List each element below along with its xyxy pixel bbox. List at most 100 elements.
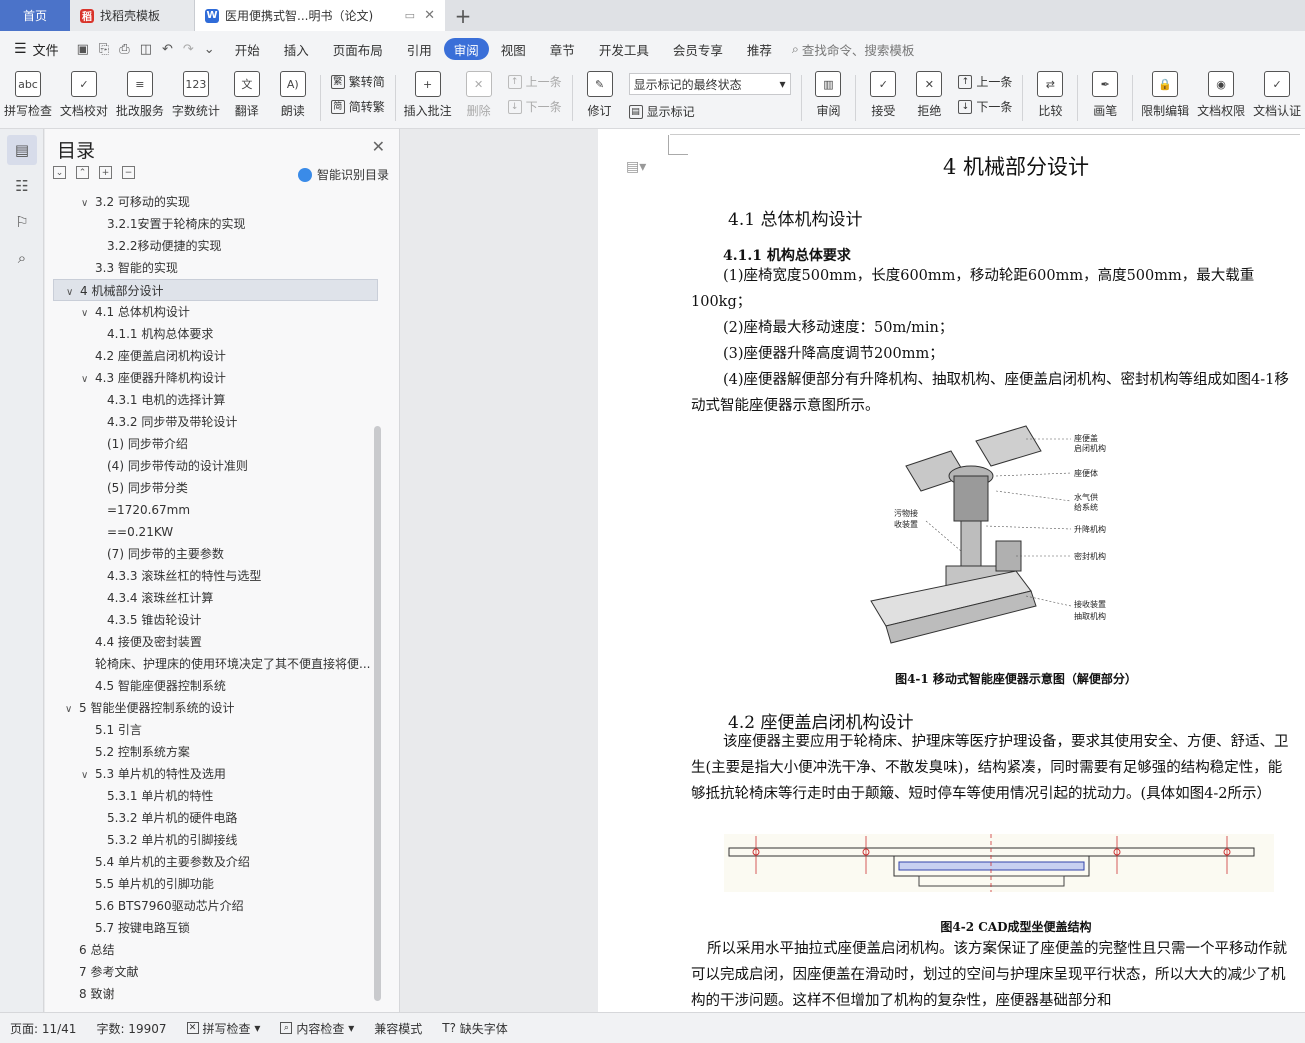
menu-reference[interactable]: 引用 [395, 38, 444, 60]
toc-item[interactable]: 5.1 引言 [53, 719, 378, 741]
reject-button[interactable]: ✕ 拒绝 [906, 71, 952, 119]
prev-comment-button[interactable]: ↑ 上一条 [507, 73, 562, 90]
toc-item[interactable]: ∨ 4 机械部分设计 [53, 279, 378, 301]
toc-item[interactable]: ∨ 5.3 单片机的特性及选用 [53, 763, 378, 785]
expand-up-icon[interactable]: ⌃ [76, 166, 89, 179]
smart-toc-button[interactable]: 智能识别目录 [297, 166, 389, 183]
toc-item[interactable]: 5.6 BTS7960驱动芯片介绍 [53, 895, 378, 917]
toc-scrollbar[interactable] [374, 426, 381, 1001]
accept-button[interactable]: ✓ 接受 [860, 71, 906, 119]
menu-layout[interactable]: 页面布局 [321, 38, 395, 60]
bookmark-icon[interactable]: ⚐ [7, 207, 37, 237]
export-pdf-icon[interactable]: ⎘ [99, 42, 109, 57]
search-icon[interactable]: ⌕ [7, 243, 37, 273]
chevron-down-icon[interactable]: ∨ [81, 765, 95, 785]
toc-item[interactable]: 4.3.2 同步带及带轮设计 [53, 411, 378, 433]
toc-item[interactable]: 3.2.1安置于轮椅床的实现 [53, 213, 378, 235]
toc-item[interactable]: 4.4 接便及密封装置 [53, 631, 378, 653]
to-traditional-button[interactable]: 繁繁转简 [330, 73, 385, 90]
document-side-icon[interactable]: ▤▾ [626, 159, 646, 175]
tab-document[interactable]: W 医用便携式智...明书（论文) ▭ ✕ [195, 0, 445, 31]
word-count-status[interactable]: 字数: 19907 [86, 1020, 176, 1037]
toc-item[interactable]: 4.3.1 电机的选择计算 [53, 389, 378, 411]
menu-recommend[interactable]: 推荐 [735, 38, 784, 60]
menu-member[interactable]: 会员专享 [661, 38, 735, 60]
new-tab-button[interactable]: + [445, 0, 481, 31]
chevron-down-icon[interactable]: ∨ [81, 369, 95, 389]
remove-heading-icon[interactable]: − [122, 166, 135, 179]
chevron-down-icon[interactable]: ∨ [66, 282, 80, 300]
command-search[interactable]: ⌕ 查找命令、搜索模板 [792, 40, 915, 59]
preview-icon[interactable]: ◫ [140, 42, 152, 57]
toc-item[interactable]: 5.2 控制系统方案 [53, 741, 378, 763]
toc-item[interactable]: 4.1.1 机构总体要求 [53, 323, 378, 345]
toc-item[interactable]: 6 总结 [53, 939, 378, 961]
show-markup-button[interactable]: ▤ 显示标记 [628, 103, 791, 120]
chevron-down-icon[interactable]: ∨ [81, 303, 95, 323]
undo-icon[interactable]: ↶ [162, 42, 173, 57]
toc-item[interactable]: 5.5 单片机的引脚功能 [53, 873, 378, 895]
toc-item[interactable]: ==0.21KW [53, 521, 378, 543]
toc-item[interactable]: 4.3.3 滚珠丝杠的特性与选型 [53, 565, 378, 587]
save-icon[interactable]: ▣ [77, 42, 89, 57]
insert-comment-button[interactable]: + 插入批注 [400, 71, 456, 119]
menu-developer[interactable]: 开发工具 [587, 38, 661, 60]
missing-font-status[interactable]: T? 缺失字体 [432, 1020, 518, 1037]
toc-item[interactable]: 3.3 智能的实现 [53, 257, 378, 279]
toc-item[interactable]: ∨ 4.3 座便器升降机构设计 [53, 367, 378, 389]
toc-item[interactable]: 轮椅床、护理床的使用环境决定了其不便直接将便... [53, 653, 378, 675]
toc-item[interactable]: 3.2.2移动便捷的实现 [53, 235, 378, 257]
toc-item[interactable]: 5.4 单片机的主要参数及介绍 [53, 851, 378, 873]
restrict-edit-button[interactable]: 🔒 限制编辑 [1137, 71, 1193, 119]
monitor-icon[interactable]: ▭ [405, 9, 415, 22]
next-comment-button[interactable]: ↓ 下一条 [507, 98, 562, 115]
chevron-down-icon[interactable]: ⌄ [204, 42, 215, 57]
file-menu[interactable]: ☰ 文件 [0, 40, 69, 59]
toc-item[interactable]: 5.3.1 单片机的特性 [53, 785, 378, 807]
print-icon[interactable]: ⎙ [119, 42, 129, 57]
compat-mode-status[interactable]: 兼容模式 [364, 1020, 432, 1037]
redo-icon[interactable]: ↷ [183, 42, 194, 57]
toc-item[interactable]: 8 致谢 [53, 983, 378, 1005]
compare-button[interactable]: ⇄ 比较 [1027, 71, 1073, 119]
delete-comment-button[interactable]: ✕ 删除 [456, 71, 502, 119]
add-heading-icon[interactable]: + [99, 166, 112, 179]
page-indicator[interactable]: 页面: 11/41 [0, 1020, 86, 1037]
to-simplified-button[interactable]: 简简转繁 [330, 98, 385, 115]
menu-review[interactable]: 审阅 [443, 38, 489, 60]
review-pane-button[interactable]: ▥ 审阅 [805, 71, 851, 119]
toc-item[interactable]: 7 参考文献 [53, 961, 378, 983]
read-aloud-button[interactable]: A) 朗读 [270, 71, 316, 119]
close-icon[interactable]: ✕ [372, 137, 385, 156]
toc-item[interactable]: (1) 同步带介绍 [53, 433, 378, 455]
toc-item[interactable]: (7) 同步带的主要参数 [53, 543, 378, 565]
document-page[interactable]: 4 机械部分设计 4.1 总体机构设计 4.1.1 机构总体要求 (1)座椅宽度… [598, 129, 1305, 1012]
spellcheck-button[interactable]: abc 拼写检查 [0, 71, 56, 119]
content-check-status[interactable]: ⌕ 内容检查 ▾ [270, 1020, 364, 1037]
doc-permission-button[interactable]: ◉ 文档权限 [1193, 71, 1249, 119]
toc-item[interactable]: (4) 同步带传动的设计准则 [53, 455, 378, 477]
toc-item[interactable]: 5.3.2 单片机的引脚接线 [53, 829, 378, 851]
close-tab-icon[interactable]: ✕ [424, 8, 435, 23]
menu-view[interactable]: 视图 [489, 38, 538, 60]
toc-icon[interactable]: ▤ [7, 135, 37, 165]
toc-item[interactable]: 4.5 智能座便器控制系统 [53, 675, 378, 697]
tab-template[interactable]: 稻 找稻壳模板 [70, 0, 195, 31]
collapse-all-icon[interactable]: ⌄ [53, 166, 66, 179]
batch-service-button[interactable]: ≡ 批改服务 [112, 71, 168, 119]
translate-button[interactable]: 文翻译 [224, 71, 270, 119]
toc-item[interactable]: 5.3.2 单片机的硬件电路 [53, 807, 378, 829]
ink-button[interactable]: ✒ 画笔 [1082, 71, 1128, 119]
toc-item[interactable]: 5.7 按键电路互锁 [53, 917, 378, 939]
tab-home[interactable]: 首页 [0, 0, 70, 31]
doc-check-button[interactable]: ✓ 文档校对 [56, 71, 112, 119]
chapter-nav-icon[interactable]: ☷ [7, 171, 37, 201]
toc-item[interactable]: 4.3.5 锥齿轮设计 [53, 609, 378, 631]
track-changes-button[interactable]: ✎ 修订 [577, 71, 623, 119]
menu-chapter[interactable]: 章节 [538, 38, 587, 60]
toc-item[interactable]: ∨ 4.1 总体机构设计 [53, 301, 378, 323]
menu-start[interactable]: 开始 [223, 38, 272, 60]
doc-cert-button[interactable]: ✓ 文档认证 [1249, 71, 1305, 119]
word-count-button[interactable]: 123 字数统计 [168, 71, 224, 119]
toc-item[interactable]: (5) 同步带分类 [53, 477, 378, 499]
